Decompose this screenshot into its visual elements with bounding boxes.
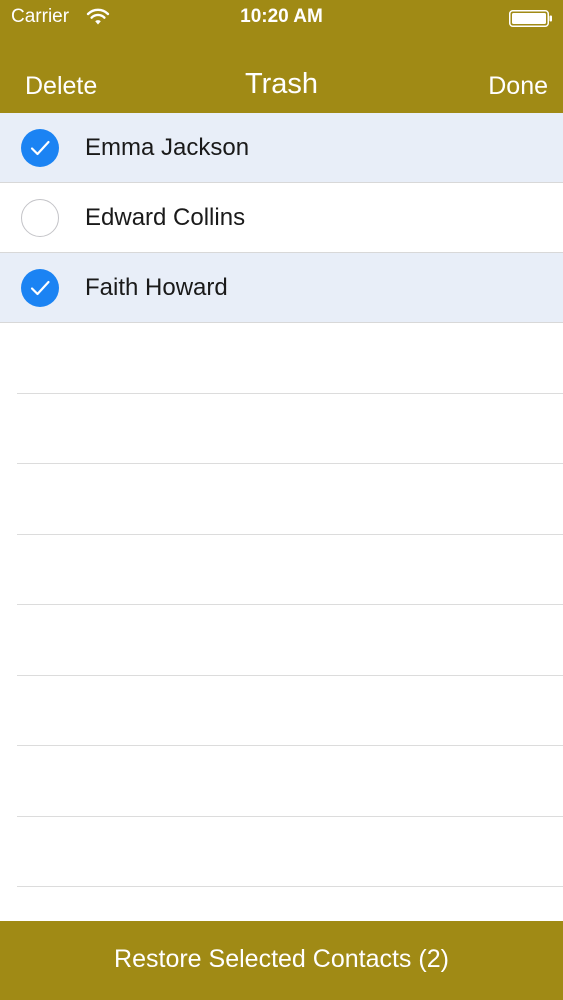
empty-row bbox=[17, 676, 563, 746]
bottom-toolbar: Restore Selected Contacts (2) bbox=[0, 921, 563, 1000]
trash-screen: Carrier 10:20 AM Delete Trash Done Emma … bbox=[0, 0, 563, 1000]
checkmark-circle-icon[interactable] bbox=[21, 269, 59, 307]
contact-list: Emma Jackson Edward Collins Faith Howard bbox=[0, 113, 563, 887]
done-button[interactable]: Done bbox=[488, 72, 548, 101]
empty-row bbox=[17, 323, 563, 394]
page-title: Trash bbox=[244, 68, 319, 100]
empty-row bbox=[17, 817, 563, 887]
contact-row[interactable]: Edward Collins bbox=[0, 183, 563, 253]
contact-name: Faith Howard bbox=[85, 274, 228, 301]
clock: 10:20 AM bbox=[240, 6, 323, 27]
empty-row bbox=[17, 535, 563, 605]
empty-row bbox=[17, 746, 563, 817]
status-bar: Carrier 10:20 AM bbox=[0, 0, 563, 38]
empty-row bbox=[17, 605, 563, 676]
empty-row bbox=[17, 464, 563, 535]
restore-selected-button[interactable]: Restore Selected Contacts (2) bbox=[0, 945, 563, 974]
top-bar: Carrier 10:20 AM Delete Trash Done bbox=[0, 0, 563, 113]
contact-row[interactable]: Faith Howard bbox=[0, 253, 563, 323]
checkmark-circle-icon[interactable] bbox=[21, 129, 59, 167]
nav-bar: Delete Trash Done bbox=[0, 60, 563, 110]
contact-row[interactable]: Emma Jackson bbox=[0, 113, 563, 183]
battery-icon bbox=[509, 10, 553, 27]
contact-name: Emma Jackson bbox=[85, 134, 250, 161]
contact-name: Edward Collins bbox=[85, 204, 246, 231]
empty-circle-icon[interactable] bbox=[21, 199, 59, 237]
empty-row bbox=[17, 394, 563, 464]
